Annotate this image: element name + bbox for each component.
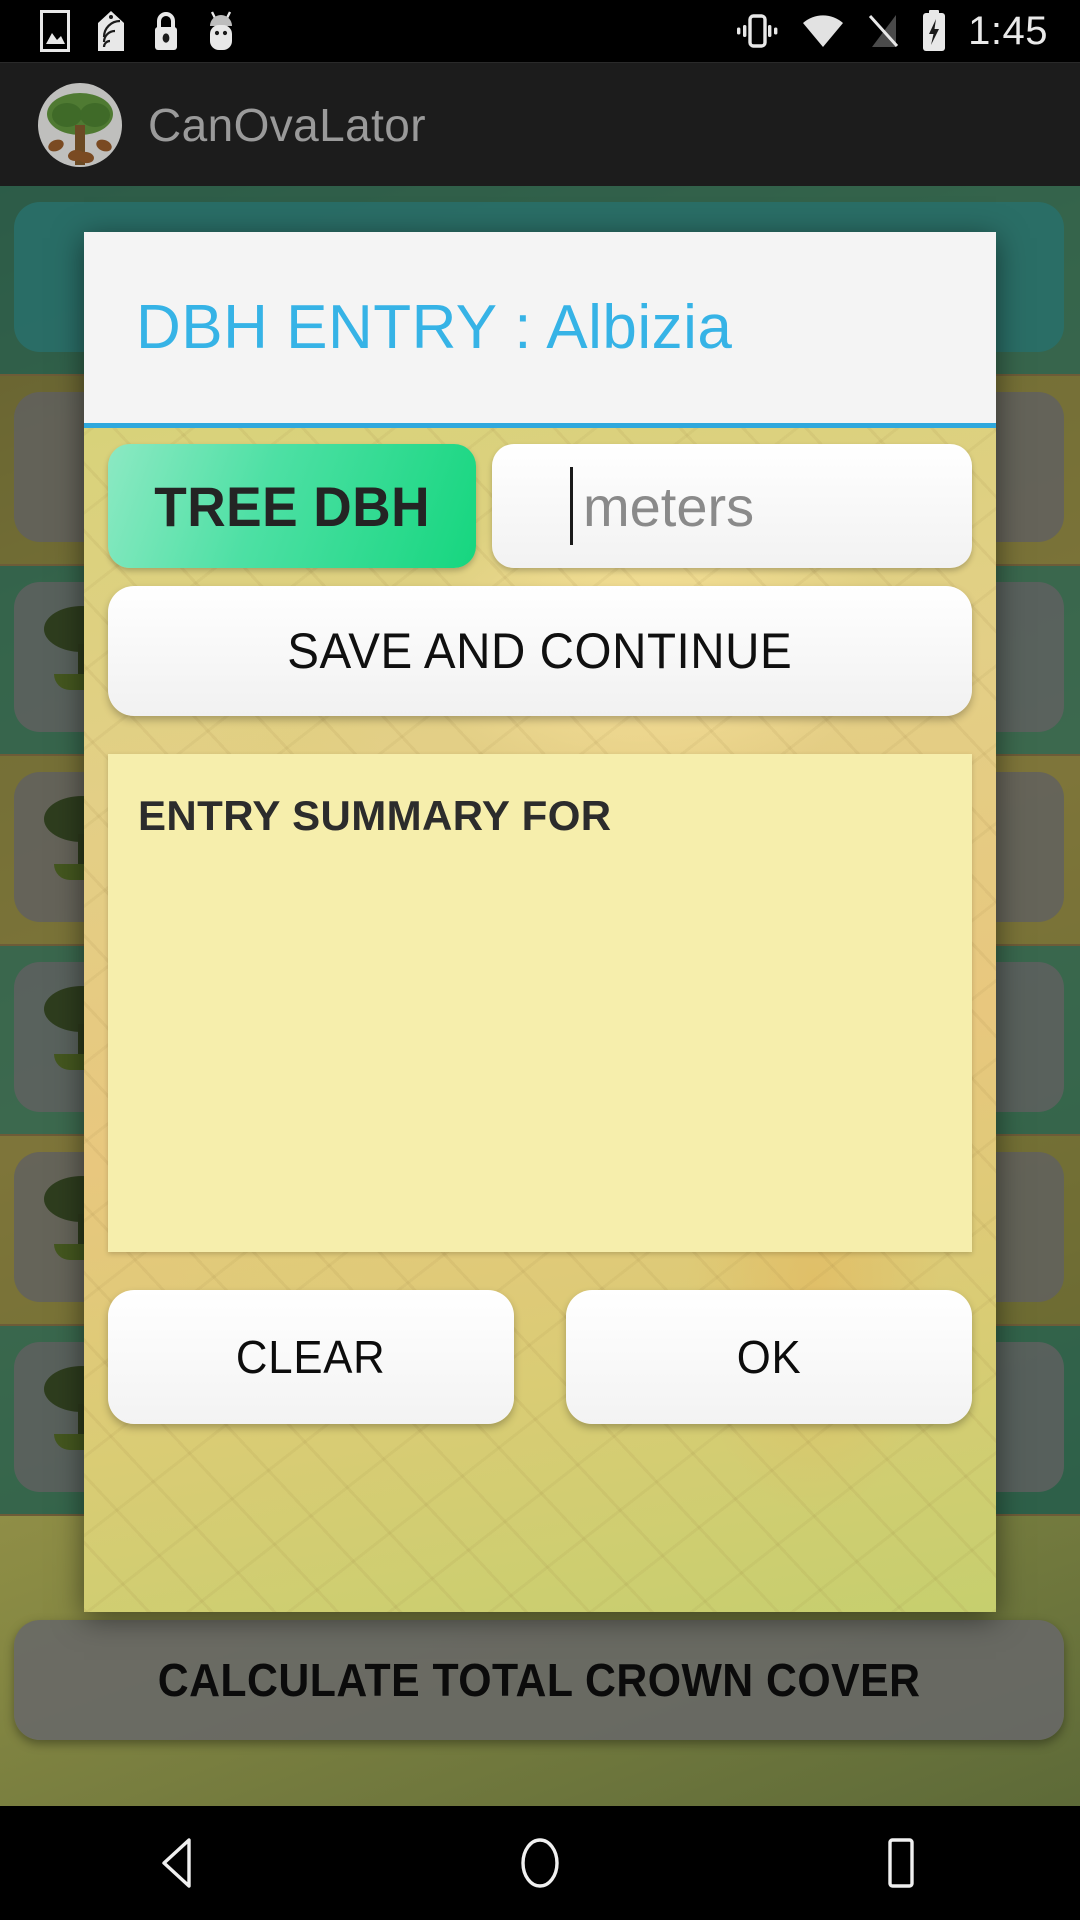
signal-off-icon <box>869 14 899 48</box>
vibrate-icon <box>737 14 778 48</box>
tree-dbh-button[interactable]: TREE DBH <box>108 444 476 568</box>
dialog-title: DBH ENTRY : Albizia <box>136 293 733 362</box>
recents-button[interactable] <box>800 1806 1000 1920</box>
ok-button-label: OK <box>736 1331 802 1383</box>
calculate-total-crown-cover-button[interactable]: CALCULATE TOTAL CROWN COVER <box>14 1620 1064 1740</box>
app-title: CanOvaLator <box>148 98 426 151</box>
photo-icon <box>40 10 70 52</box>
clear-button[interactable]: CLEAR <box>108 1290 514 1424</box>
home-button[interactable] <box>440 1806 640 1920</box>
battery-charging-icon <box>923 10 946 51</box>
home-circle-icon <box>521 1838 559 1888</box>
tree-dbh-button-label: TREE DBH <box>154 474 430 538</box>
nfc-icon <box>98 11 124 51</box>
status-bar: 1:45 <box>0 0 1080 62</box>
save-and-continue-label: SAVE AND CONTINUE <box>287 623 793 679</box>
dbh-entry-dialog: DBH ENTRY : Albizia TREE DBH meters SAVE… <box>84 232 996 1612</box>
navigation-bar <box>0 1806 1080 1920</box>
dialog-action-row: CLEAR OK <box>108 1290 972 1424</box>
dbh-input-placeholder: meters <box>583 474 755 538</box>
wifi-icon <box>803 15 844 47</box>
app-bar: CanOvaLator <box>0 62 1080 186</box>
ok-button[interactable]: OK <box>566 1290 972 1424</box>
status-bar-notifications <box>0 10 236 52</box>
android-icon <box>210 11 232 50</box>
dialog-body: TREE DBH meters SAVE AND CONTINUE ENTRY … <box>84 428 996 1612</box>
calculate-button-label: CALCULATE TOTAL CROWN COVER <box>157 1654 921 1706</box>
status-bar-clock: 1:45 <box>968 8 1048 53</box>
phone-screen: CALCULATE TOTAL CROWN COVER DBH ENTRY : … <box>0 0 1080 1920</box>
recents-square-icon <box>888 1838 914 1888</box>
text-cursor <box>570 467 573 545</box>
lock-icon <box>155 12 177 50</box>
back-button[interactable] <box>80 1806 280 1920</box>
entry-summary-panel: ENTRY SUMMARY FOR <box>108 754 972 1252</box>
dbh-entry-row: TREE DBH meters <box>108 444 972 568</box>
save-and-continue-button[interactable]: SAVE AND CONTINUE <box>108 586 972 716</box>
clear-button-label: CLEAR <box>236 1331 386 1383</box>
cocoa-tree-logo-icon <box>38 82 122 167</box>
dialog-title-bar: DBH ENTRY : Albizia <box>84 232 996 428</box>
status-bar-system: 1:45 <box>734 9 1080 54</box>
back-triangle-icon <box>162 1838 191 1888</box>
dbh-input[interactable]: meters <box>492 444 972 568</box>
entry-summary-heading: ENTRY SUMMARY FOR <box>138 792 612 839</box>
